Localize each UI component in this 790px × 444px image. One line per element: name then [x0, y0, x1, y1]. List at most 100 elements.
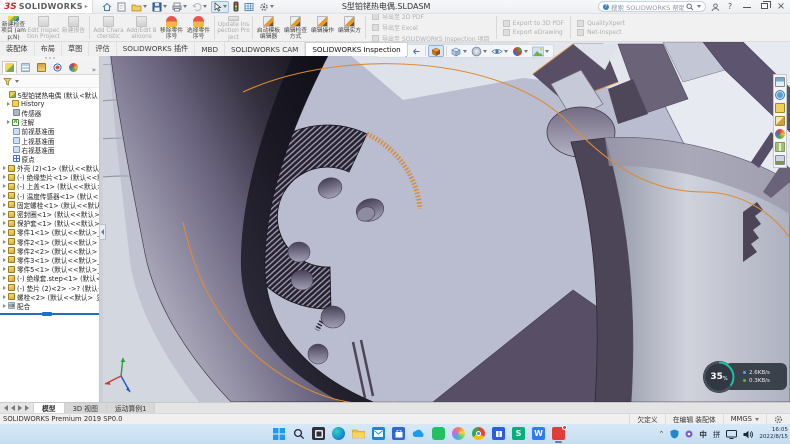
tree-item[interactable]: 螺栓<2> (默认<<默认>_显示状态 — [0, 292, 99, 301]
doc-tab-nav-arrows[interactable] — [0, 403, 34, 413]
ribbon-edit-operation-button[interactable]: 编辑操作 — [309, 14, 336, 41]
file-explorer-pane-icon[interactable] — [775, 116, 785, 126]
tree-item[interactable]: 密封圈<1> (默认<<默认>_显示状 — [0, 209, 99, 218]
user-account-icon[interactable] — [711, 3, 719, 11]
ime-mode-indicator[interactable]: 拼 — [713, 429, 721, 440]
taskbar-search-icon[interactable] — [292, 427, 305, 440]
tree-item[interactable]: History — [0, 99, 99, 108]
solidworks-resources-icon[interactable] — [775, 90, 785, 100]
tree-item[interactable]: (-) 垫片 (2)<2> ->? (默认<<默认> — [0, 283, 99, 292]
ribbon-edit-inspection-method-button[interactable]: 编辑检查方式 — [282, 14, 309, 41]
edit-appearance-icon[interactable] — [511, 45, 529, 57]
cpu-usage-circle[interactable]: 35% — [701, 359, 737, 395]
expand-arrow-icon[interactable] — [3, 286, 6, 290]
clock-datetime[interactable]: 16:05 2022/8/15 — [759, 427, 788, 441]
select-tool-icon[interactable] — [211, 1, 229, 13]
display-style-icon[interactable] — [470, 45, 488, 57]
export-3d-pdf-item[interactable]: Export to 3D PDF — [503, 20, 565, 27]
options-gear-icon[interactable] — [258, 1, 275, 13]
model-3d-view[interactable] — [103, 42, 790, 402]
undo-icon[interactable] — [191, 1, 208, 13]
file-explorer-icon[interactable] — [352, 427, 365, 440]
home-icon[interactable] — [101, 1, 113, 13]
tab-sketch[interactable]: 草图 — [62, 42, 89, 56]
expand-arrow-icon[interactable] — [3, 184, 6, 188]
ribbon-remove-balloons-button[interactable]: 移除零件序号 — [158, 14, 185, 41]
tree-item[interactable]: 零件2<2> (默认<<默认>_显示状 — [0, 246, 99, 255]
mail-icon[interactable] — [372, 427, 385, 440]
tray-security-icon[interactable] — [670, 429, 679, 439]
expand-arrow-icon[interactable] — [3, 194, 6, 198]
expand-arrow-icon[interactable] — [3, 258, 6, 262]
configurationmanager-tab[interactable] — [34, 61, 49, 74]
hide-show-items-icon[interactable] — [490, 45, 509, 57]
qualityxpert-item[interactable]: QualityXpert — [577, 20, 625, 27]
tree-root-assembly[interactable]: S型铂铑热电偶 (默认<默认_显示状态-1 — [0, 90, 99, 99]
tree-item[interactable]: 零件5<1> (默认<<默认>_显示状 — [0, 265, 99, 274]
expand-arrow-icon[interactable] — [3, 175, 6, 179]
table-grid-icon[interactable] — [243, 1, 255, 13]
tab-mbd[interactable]: MBD — [195, 42, 225, 56]
search-icon[interactable] — [686, 3, 694, 11]
new-document-icon[interactable] — [116, 1, 127, 13]
tree-item[interactable]: 固定螺栓<1> (默认<<默认>_显示 — [0, 200, 99, 209]
app-green-icon[interactable] — [432, 427, 445, 440]
previous-view-icon[interactable] — [410, 45, 423, 57]
ribbon-select-balloons-button[interactable]: 选择零件序号 — [185, 14, 212, 41]
section-view-icon[interactable] — [428, 45, 444, 57]
apply-scene-icon[interactable] — [531, 45, 550, 57]
help-button[interactable]: ? — [724, 1, 736, 13]
tray-expand-chevron[interactable]: ⌃ — [658, 430, 664, 438]
minimize-button[interactable] — [741, 1, 753, 13]
ime-language-indicator[interactable]: 中 — [699, 429, 707, 440]
tree-item[interactable]: 零件1<1> (默认<<默认>_显示状态 — [0, 228, 99, 237]
save-icon[interactable] — [151, 1, 168, 13]
onedrive-icon[interactable] — [412, 427, 425, 440]
tab-evaluate[interactable]: 评估 — [89, 42, 116, 56]
ribbon-launch-template-editor-button[interactable]: 启动模板编辑器 — [255, 14, 282, 41]
graphics-viewport[interactable]: 2.6KB/s 0.3KB/s 35% — [103, 56, 790, 402]
cast-display-icon[interactable] — [726, 430, 737, 439]
volume-icon[interactable] — [743, 430, 753, 439]
ribbon-edit-inspection-project-button[interactable]: Edit Inspection Project — [27, 14, 60, 41]
design-library-icon[interactable] — [775, 103, 785, 113]
task-view-icon[interactable] — [312, 427, 325, 440]
tab-assembly[interactable]: 装配体 — [0, 42, 35, 56]
tab-layout[interactable]: 布局 — [35, 42, 62, 56]
expand-arrow-icon[interactable] — [3, 166, 6, 170]
traffic-light-icon[interactable] — [232, 1, 240, 13]
expand-arrow-icon[interactable] — [3, 230, 6, 234]
app-colorful-icon[interactable] — [452, 427, 465, 440]
tree-item[interactable]: 右视基准面 — [0, 145, 99, 154]
tab-solidworks-addins[interactable]: SOLIDWORKS 插件 — [117, 42, 196, 56]
export-edrawing-item[interactable]: Export eDrawing — [503, 29, 565, 36]
model-tab[interactable]: 模型 — [34, 403, 65, 413]
net-inspect-item[interactable]: Net-Inspect — [577, 29, 625, 36]
ribbon-update-inspection-project-button[interactable]: Update Inspection Project — [217, 14, 250, 41]
tree-item[interactable]: 保护套<1> (默认<<默认>_显示状 — [0, 219, 99, 228]
tree-item[interactable]: (-) 绝缘套.step<1> (默认<<默认> — [0, 274, 99, 283]
tree-item[interactable]: 上视基准面 — [0, 136, 99, 145]
edge-browser-icon[interactable] — [332, 427, 345, 440]
featuremanager-tree-tab[interactable] — [2, 61, 17, 74]
tab-solidworks-cam[interactable]: SOLIDWORKS CAM — [225, 42, 305, 56]
expand-arrow-icon[interactable] — [3, 203, 6, 207]
expand-arrow-icon[interactable] — [3, 249, 6, 253]
wps-icon[interactable]: W — [532, 427, 545, 440]
panel-tabs-overflow-chevron[interactable]: » — [92, 66, 99, 74]
expand-arrow-icon[interactable] — [7, 102, 10, 106]
expand-arrow-icon[interactable] — [3, 240, 6, 244]
propertymanager-tab[interactable] — [18, 61, 33, 74]
close-button[interactable]: × — [775, 1, 787, 13]
restore-button[interactable] — [758, 1, 770, 13]
ribbon-new-report-button[interactable]: 新建报告 — [60, 14, 87, 41]
home-tab-icon[interactable] — [775, 77, 785, 87]
panel-collapse-handle[interactable] — [100, 224, 106, 240]
store-app-icon[interactable] — [392, 427, 405, 440]
custom-properties-icon[interactable] — [775, 142, 785, 152]
app-book-icon[interactable] — [492, 427, 505, 440]
expand-arrow-icon[interactable] — [3, 276, 6, 280]
tree-item[interactable]: (-) 上盖<1> (默认<<默认>_显示状 — [0, 182, 99, 191]
displaymanager-tab[interactable] — [66, 61, 81, 74]
tree-item[interactable]: 零件2<1> (默认<<默认>_显示状 — [0, 237, 99, 246]
